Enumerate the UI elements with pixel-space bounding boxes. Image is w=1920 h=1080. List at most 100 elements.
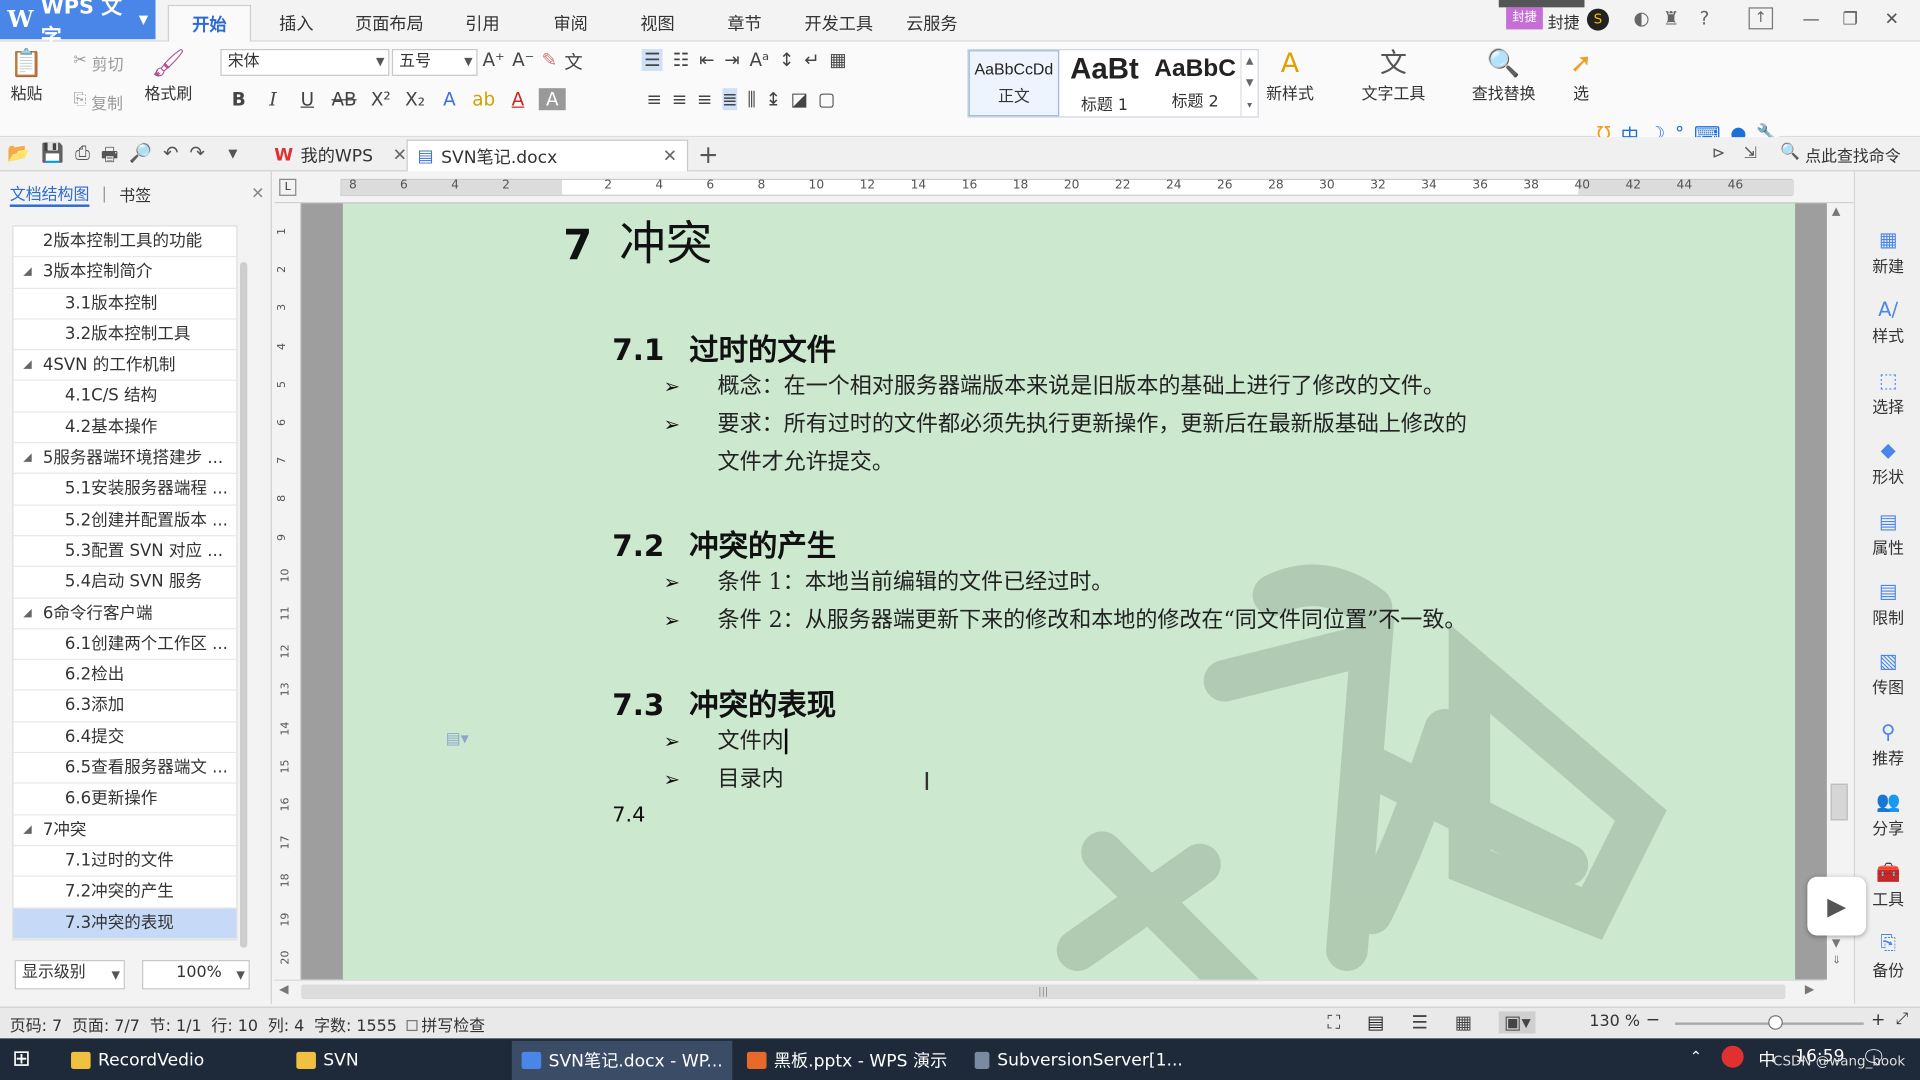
outline-item[interactable]: 7.3冲突的表现 — [13, 907, 237, 939]
open-icon[interactable]: 📂 — [7, 142, 30, 173]
tab-developer[interactable]: 开发工具 — [793, 5, 884, 42]
outline-item[interactable]: 6.1创建两个工作区 ... — [13, 629, 237, 661]
task-pane-item[interactable]: ⚲ 推荐 — [1855, 720, 1920, 769]
select-button[interactable]: ➚ 选 — [1570, 49, 1593, 104]
heading-1[interactable]: 7 冲突 — [563, 206, 712, 273]
outline-item[interactable]: 6.4提交 — [13, 722, 237, 754]
outline-item[interactable]: 4.1C/S 结构 — [13, 381, 237, 413]
fullscreen-icon[interactable]: ⛶ — [1327, 1011, 1340, 1033]
justify-icon[interactable]: ≣ — [722, 88, 738, 111]
char-shading-icon[interactable]: A — [538, 88, 566, 111]
phonetic-icon[interactable]: 文 — [564, 49, 582, 75]
heading-7-2[interactable]: 7.2 冲突的产生 — [612, 522, 836, 565]
status-words[interactable]: 字数: 1555 — [314, 1013, 397, 1036]
superscript-icon[interactable]: X² — [367, 88, 394, 110]
outline-item[interactable]: ◢ 3版本控制简介 — [13, 258, 237, 289]
heading-7-1[interactable]: 7.1 过时的文件 — [612, 326, 836, 369]
highlight-icon[interactable]: ab — [470, 88, 497, 110]
cut-button[interactable]: ✂ 剪切 — [73, 51, 123, 74]
save-icon[interactable]: 💾 — [41, 142, 64, 173]
clear-format-icon[interactable]: ✎ — [542, 49, 557, 75]
status-section[interactable]: 节: 1/1 — [150, 1013, 202, 1036]
tab-start[interactable]: 开始 — [167, 4, 252, 42]
zoom-out-icon[interactable]: − — [1646, 1010, 1660, 1030]
align-right-icon[interactable]: ≡ — [697, 88, 712, 110]
video-play-icon[interactable]: ▶ — [1807, 876, 1867, 936]
outline-item[interactable]: 3.2版本控制工具 — [13, 319, 237, 351]
expand-triangle-icon[interactable]: ◢ — [23, 443, 31, 473]
command-search[interactable]: 🔍 点此查找命令 — [1780, 143, 1900, 166]
help-icon[interactable]: ? — [1700, 7, 1710, 29]
user-name[interactable]: 封捷 — [1548, 10, 1580, 33]
outline-item[interactable]: 4.2基本操作 — [13, 412, 237, 444]
copy-button[interactable]: ⎘ 复制 — [73, 91, 122, 114]
nav-zoom-select[interactable]: 100% ▼ — [142, 960, 250, 990]
undo-icon[interactable]: ↶ — [163, 142, 178, 173]
font-color-icon[interactable]: A — [504, 88, 531, 110]
horizontal-ruler[interactable]: L 8 6 4 2 2 4 6 8 10 12 14 16 18 20 22 24 26 28 30 32 34 36 38… — [274, 171, 1854, 204]
bullet-in-file[interactable]: 文件内 — [718, 722, 788, 760]
close-tab-icon[interactable]: ✕ — [663, 146, 677, 166]
close-icon[interactable]: ✕ — [251, 184, 264, 202]
tab-page-layout[interactable]: 页面布局 — [343, 5, 436, 42]
task-pane-item[interactable]: ⬚ 选择 — [1855, 368, 1920, 417]
export-pdf-icon[interactable]: ⎙ — [75, 142, 90, 173]
grow-font-icon[interactable]: A⁺ — [482, 49, 504, 75]
bullet-concept[interactable]: 概念：在一个相对服务器端版本来说是旧版本的基础上进行了修改的文件。 — [718, 367, 1445, 405]
outline-item[interactable]: 5.4启动 SVN 服务 — [13, 567, 237, 599]
outline-item[interactable]: 3.1版本控制 — [13, 288, 237, 320]
font-family-select[interactable]: 宋体 ▼ — [220, 48, 390, 76]
task-pane-item[interactable]: ▧ 传图 — [1855, 649, 1920, 698]
tab-cloud[interactable]: 云服务 — [894, 5, 970, 42]
share-icon[interactable]: ⊳ — [1712, 144, 1725, 162]
skin-icon[interactable]: ◐ — [1633, 7, 1649, 29]
task-wps-writer[interactable]: SVN笔记.docx - WP... — [511, 1040, 733, 1080]
outline-item[interactable]: 5.3配置 SVN 对应 ... — [13, 536, 237, 568]
tray-app-icon[interactable] — [1721, 1045, 1744, 1068]
task-pane-item[interactable]: A∕ 样式 — [1855, 298, 1920, 347]
outline-item[interactable]: 5.2创建并配置版本 ... — [13, 505, 237, 537]
change-case-icon[interactable]: Aᵃ — [749, 49, 769, 71]
tab-references[interactable]: 引用 — [448, 5, 517, 42]
spell-check[interactable]: 拼写检查 — [406, 1013, 485, 1036]
new-style-button[interactable]: A 新样式 — [1266, 49, 1314, 104]
task-wps-presentation[interactable]: 黑板.pptx - WPS 演示 — [737, 1041, 960, 1080]
bold-icon[interactable]: B — [225, 88, 252, 110]
expand-triangle-icon[interactable]: ◢ — [23, 350, 31, 380]
increase-indent-icon[interactable]: ⇥ — [724, 49, 739, 71]
shrink-font-icon[interactable]: A⁻ — [512, 49, 534, 75]
table-icon[interactable]: ▦ — [829, 49, 846, 71]
user-badge[interactable]: 封捷 — [1506, 7, 1543, 30]
bullet-in-directory[interactable]: 目录内 — [718, 760, 784, 798]
style-heading-1[interactable]: AaBt 标题 1 — [1059, 50, 1150, 116]
app-menu-button[interactable]: W WPS 文字 ▼ — [0, 0, 156, 50]
outline-item[interactable]: 2版本控制工具的功能 — [13, 227, 237, 258]
task-pane-item[interactable]: ◆ 形状 — [1855, 439, 1920, 488]
task-recordvedio[interactable]: RecordVedio — [61, 1041, 281, 1080]
shirt-icon[interactable]: ♜ — [1663, 7, 1679, 29]
scroll-thumb[interactable] — [1830, 783, 1848, 821]
scroll-up-icon[interactable]: ▲ — [1832, 206, 1840, 218]
outline-item[interactable]: 6.2检出 — [13, 660, 237, 692]
document-page[interactable]: 7 冲突 7.1 过时的文件 ➢ 概念：在一个相对服务器端版本来说是旧版本的基础… — [342, 203, 1796, 980]
tray-up-icon[interactable]: ⌃ — [1690, 1048, 1702, 1065]
read-view-icon[interactable]: ▣▾ — [1499, 1011, 1536, 1034]
scroll-down-icon[interactable]: ▼ — [1832, 938, 1840, 950]
status-page[interactable]: 页面: 7/7 — [72, 1013, 140, 1036]
expand-triangle-icon[interactable]: ◢ — [23, 258, 31, 288]
show-marks-icon[interactable]: ↵ — [804, 49, 819, 71]
tab-chapter[interactable]: 章节 — [710, 5, 779, 42]
outline-item[interactable]: 7.1过时的文件 — [13, 846, 237, 878]
close-icon[interactable]: ✕ — [1876, 7, 1908, 31]
format-painter-button[interactable]: 🖌 格式刷 — [144, 49, 192, 104]
outline-scrollbar[interactable] — [237, 225, 250, 948]
text-effect-icon[interactable]: A — [436, 88, 463, 110]
outline-item[interactable]: 5.1安装服务器端程 ... — [13, 474, 237, 506]
bullet-requirement[interactable]: 要求：所有过时的文件都必须先执行更新操作，更新后在最新版基础上修改的 — [718, 405, 1467, 443]
outline-item[interactable]: ◢ 4SVN 的工作机制 — [13, 350, 237, 382]
italic-icon[interactable]: I — [260, 88, 287, 110]
next-page-icon[interactable]: ⇓ — [1832, 955, 1841, 967]
outline-item[interactable]: 6.3添加 — [13, 691, 237, 723]
sort-icon[interactable]: ↕ — [779, 49, 794, 71]
strikethrough-icon[interactable]: AB — [328, 88, 360, 110]
